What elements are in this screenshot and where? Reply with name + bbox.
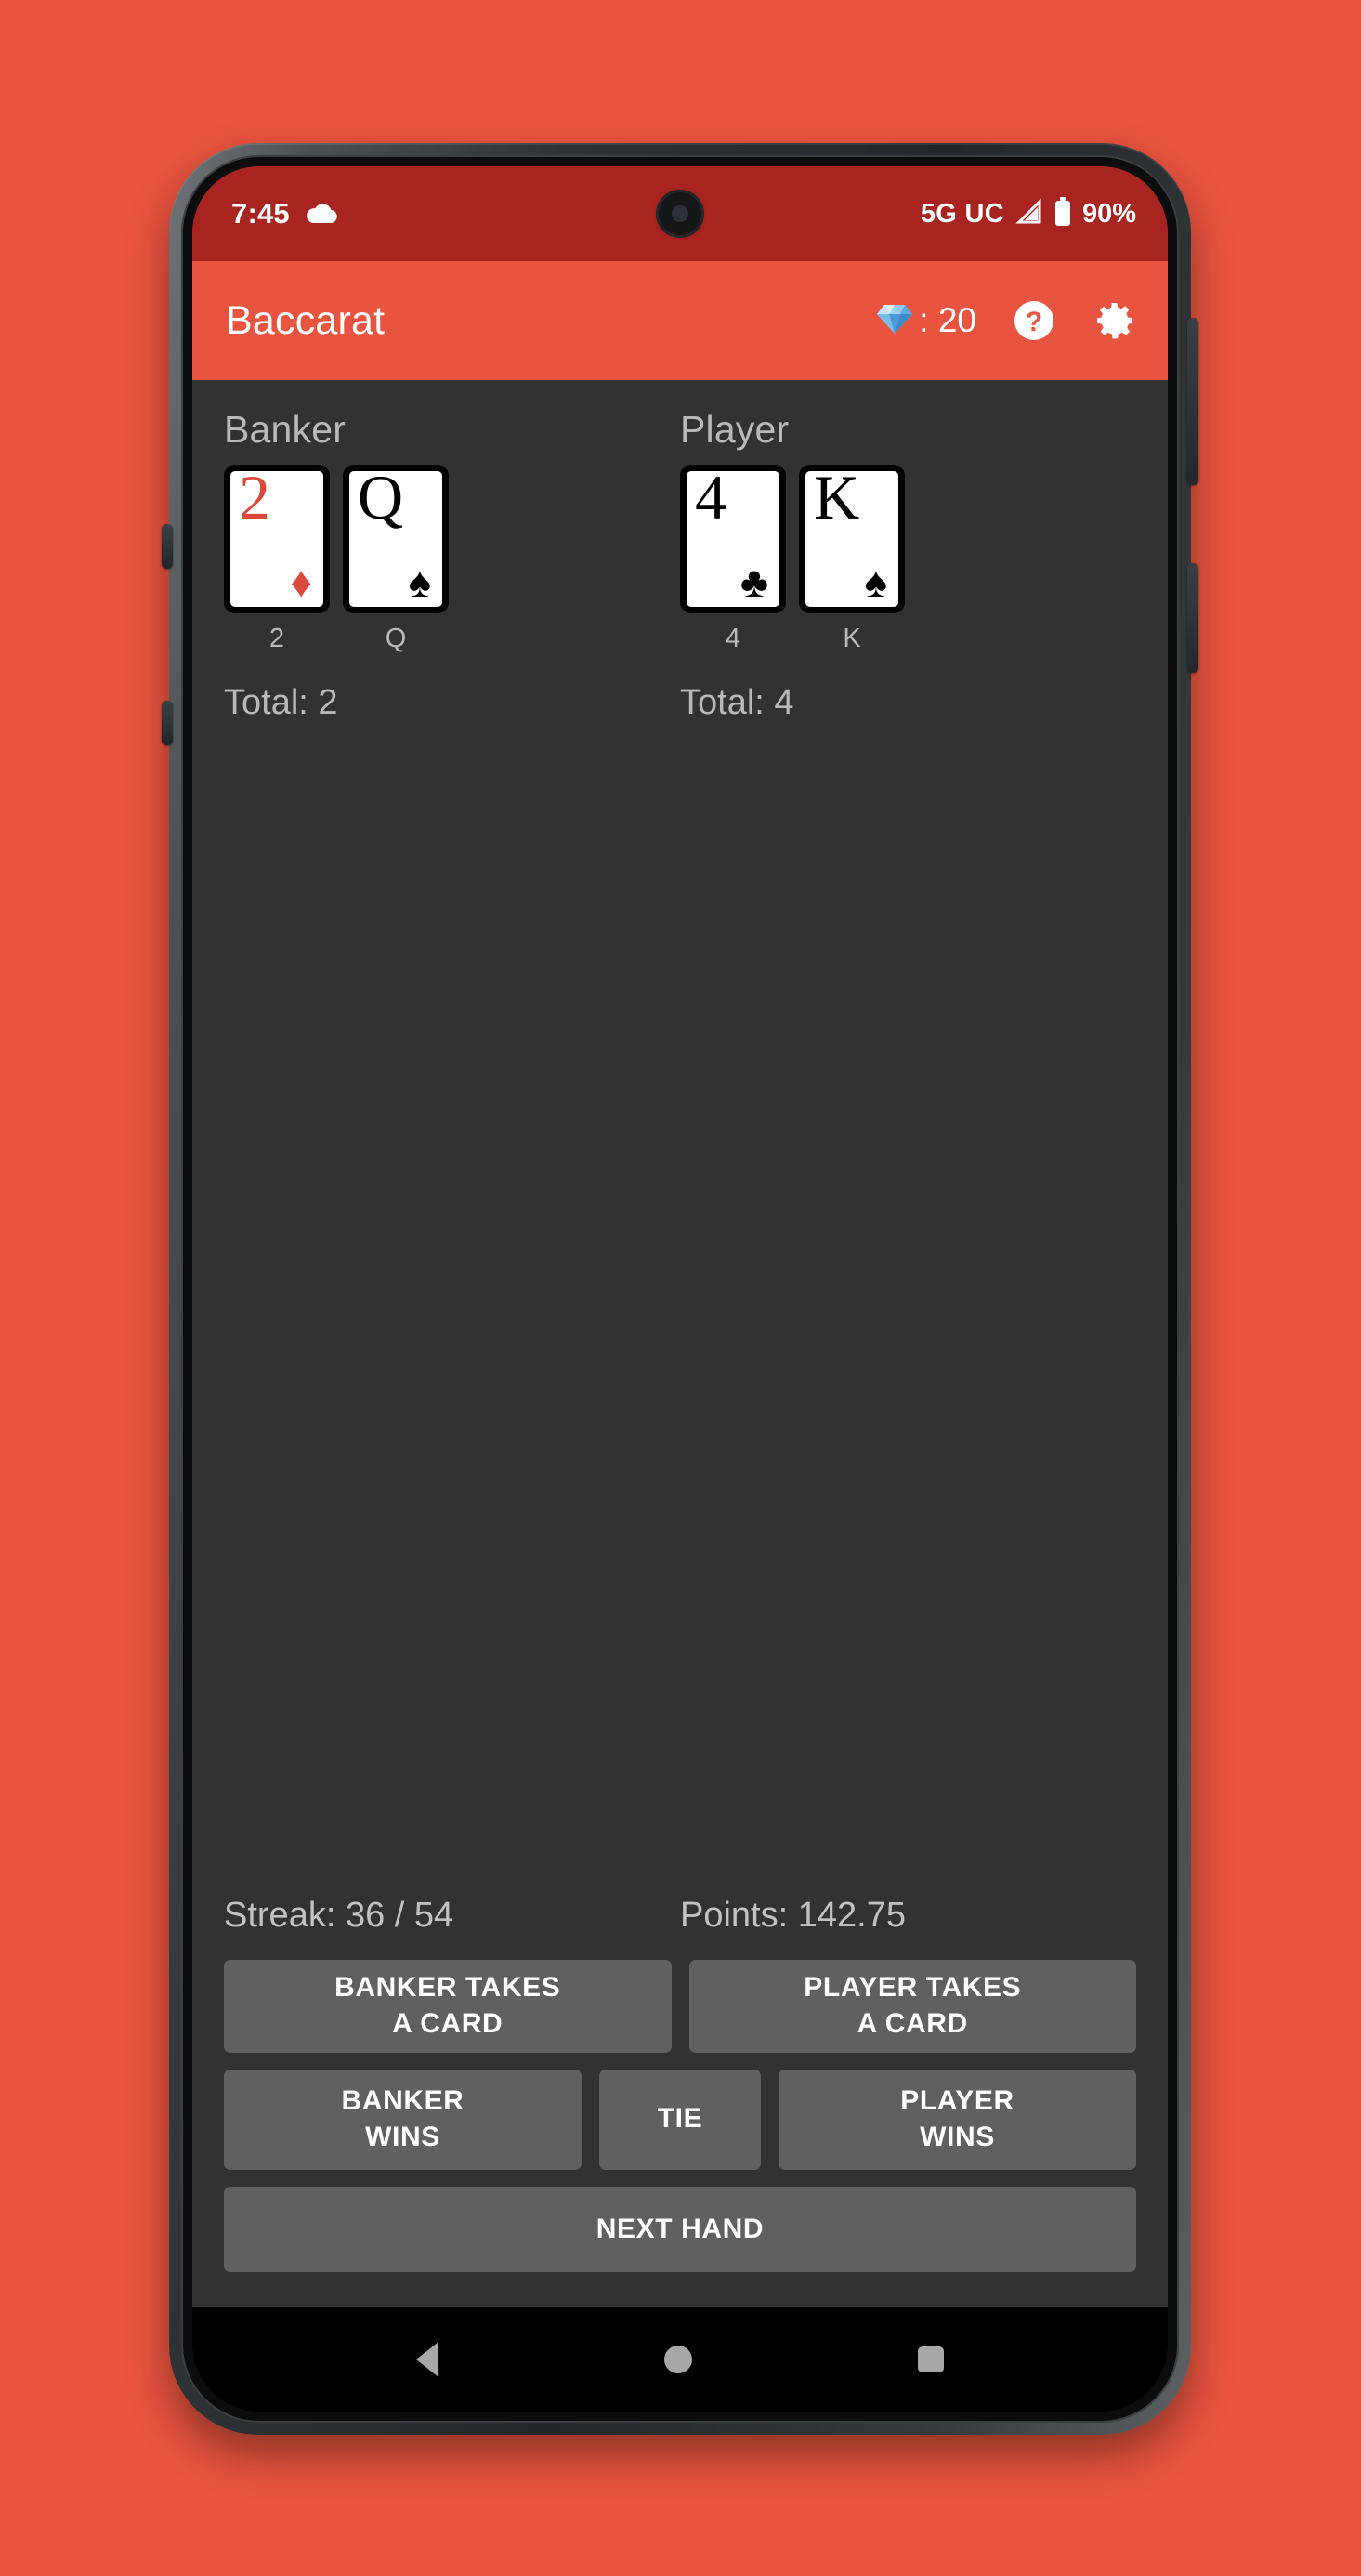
svg-text:?: ? bbox=[1026, 307, 1042, 337]
volume-down-button[interactable] bbox=[162, 701, 173, 745]
streak-stat: Streak: 36 / 54 bbox=[224, 1895, 454, 1935]
banker-title: Banker bbox=[224, 408, 347, 451]
volume-up-button[interactable] bbox=[1187, 318, 1198, 485]
next-hand-button[interactable]: NEXT HAND bbox=[224, 2186, 1136, 2272]
banker-total: Total: 2 bbox=[224, 683, 338, 722]
game-area: Banker 2 ♦ 2 Q ♠ Q Total: 2 Player 4 ♣ 4… bbox=[192, 380, 1168, 2307]
player-takes-card-button[interactable]: PLAYER TAKES A CARD bbox=[688, 1959, 1136, 2053]
gear-icon[interactable] bbox=[1092, 297, 1138, 344]
card-suit-spade-icon: ♠ bbox=[864, 558, 887, 606]
player-title: Player bbox=[680, 408, 790, 451]
gem-counter[interactable]: : 20 bbox=[876, 301, 976, 340]
card-suit-club-icon: ♣ bbox=[739, 558, 768, 606]
front-camera bbox=[659, 192, 701, 235]
playing-card[interactable]: 2 ♦ bbox=[224, 465, 330, 613]
banker-card-slot-2: Q ♠ Q bbox=[343, 465, 449, 654]
tie-button[interactable]: TIE bbox=[599, 2069, 761, 2170]
bottom-controls: Streak: 36 / 54 Points: 142.75 BANKER TA… bbox=[224, 1896, 1136, 2307]
card-rank: 4 bbox=[695, 465, 726, 532]
cloud-icon bbox=[305, 203, 338, 225]
take-card-button-row: BANKER TAKES A CARD PLAYER TAKES A CARD bbox=[224, 1959, 1136, 2053]
help-circle-icon[interactable]: ? bbox=[1012, 298, 1056, 343]
signal-triangle-icon bbox=[1015, 197, 1043, 230]
card-caption: 4 bbox=[725, 624, 741, 653]
network-label: 5G UC bbox=[920, 198, 1004, 229]
card-caption: K bbox=[843, 624, 861, 653]
battery-icon bbox=[1054, 196, 1071, 231]
phone-device: 7:45 5G UC 90% Baccarat: 20 ? Banker 2 … bbox=[162, 143, 1198, 2435]
player-card-row: 4 ♣ 4 K ♠ K bbox=[680, 465, 1136, 654]
status-bar: 7:45 5G UC 90% bbox=[192, 166, 1168, 261]
card-caption: 2 bbox=[268, 624, 285, 653]
gem-icon bbox=[876, 302, 913, 340]
player-card-slot-2: K ♠ K bbox=[799, 465, 905, 654]
playing-card[interactable]: Q ♠ bbox=[343, 465, 449, 613]
page-title: Baccarat bbox=[226, 297, 386, 343]
app-bar: Baccarat: 20 ? bbox=[192, 261, 1168, 380]
home-circle-icon[interactable] bbox=[663, 2346, 692, 2373]
player-wins-button[interactable]: PLAYER WINS bbox=[778, 2069, 1136, 2170]
banker-card-row: 2 ♦ 2 Q ♠ Q bbox=[224, 465, 680, 654]
hands-row: Banker 2 ♦ 2 Q ♠ Q Total: 2 Player 4 ♣ 4… bbox=[224, 408, 1136, 723]
app-bar-actions: : 20 ? bbox=[876, 297, 1138, 344]
recents-square-icon[interactable] bbox=[917, 2346, 944, 2372]
mute-button[interactable] bbox=[162, 524, 173, 569]
banker-hand: Banker 2 ♦ 2 Q ♠ Q Total: 2 bbox=[224, 408, 680, 723]
banker-wins-button[interactable]: BANKER WINS bbox=[224, 2069, 582, 2170]
android-nav-bar bbox=[192, 2307, 1168, 2412]
card-caption: Q bbox=[385, 624, 407, 653]
outcome-button-row: BANKER WINS TIE PLAYER WINS bbox=[224, 2069, 1136, 2170]
player-hand: Player 4 ♣ 4 K ♠ K Total: 4 bbox=[680, 408, 1136, 723]
player-card-slot-1: 4 ♣ 4 bbox=[680, 465, 786, 654]
stats-row: Streak: 36 / 54 Points: 142.75 bbox=[224, 1896, 1136, 1936]
back-triangle-icon[interactable] bbox=[416, 2342, 439, 2377]
phone-screen: 7:45 5G UC 90% Baccarat: 20 ? Banker 2 … bbox=[192, 166, 1168, 2412]
banker-card-slot-1: 2 ♦ 2 bbox=[224, 465, 330, 654]
card-rank: Q bbox=[358, 465, 404, 532]
battery-percent: 90% bbox=[1081, 198, 1136, 229]
player-total: Total: 4 bbox=[680, 683, 794, 722]
card-suit-diamond-icon: ♦ bbox=[290, 558, 312, 606]
power-button[interactable] bbox=[1187, 563, 1198, 673]
card-rank: 2 bbox=[239, 465, 270, 532]
points-stat: Points: 142.75 bbox=[680, 1895, 906, 1935]
status-icons: 5G UC 90% bbox=[920, 196, 1136, 231]
next-hand-button-row: NEXT HAND bbox=[224, 2186, 1136, 2272]
status-time: 7:45 bbox=[231, 197, 290, 230]
card-rank: K bbox=[814, 465, 860, 532]
gem-count-label: : 20 bbox=[919, 301, 976, 339]
banker-takes-card-button[interactable]: BANKER TAKES A CARD bbox=[224, 1959, 672, 2053]
playing-card[interactable]: K ♠ bbox=[799, 465, 905, 613]
card-suit-spade-icon: ♠ bbox=[408, 558, 431, 606]
playing-card[interactable]: 4 ♣ bbox=[680, 465, 786, 613]
phone-bezel: 7:45 5G UC 90% Baccarat: 20 ? Banker 2 … bbox=[181, 155, 1179, 2423]
